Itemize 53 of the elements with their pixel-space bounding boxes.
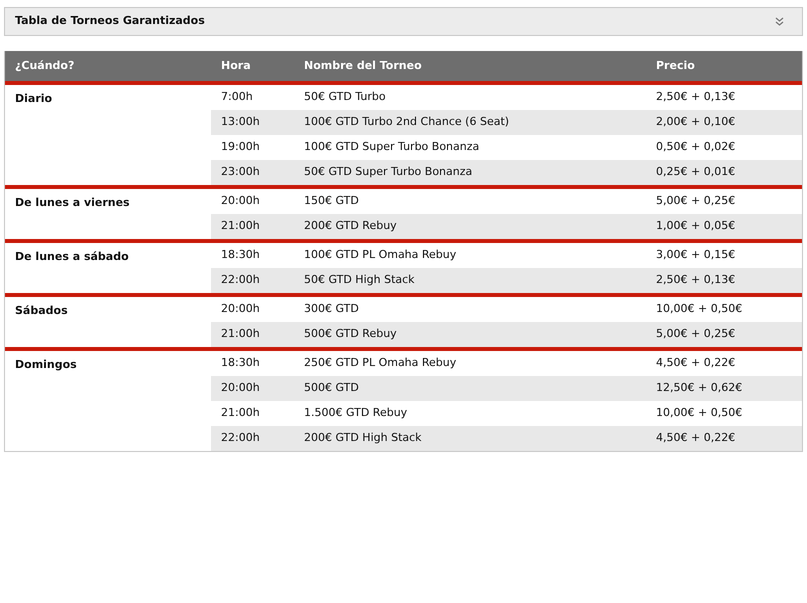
tournament-name-cell-text: 300€ GTD	[303, 301, 360, 318]
tournament-name-cell-text: 500€ GTD	[303, 380, 360, 396]
price-cell-text: 4,50€ + 0,22€	[655, 355, 736, 372]
column-header: Nombre del Torneo	[303, 58, 423, 74]
time-cell-text: 18:30h	[220, 355, 261, 372]
day-cell: Sábados	[15, 304, 68, 317]
price-cell-text: 12,50€ + 0,62€	[655, 380, 744, 396]
time-cell-text: 22:00h	[220, 430, 261, 446]
time-cell-text: 19:00h	[220, 139, 261, 156]
tournament-name-cell-text: 100€ GTD Turbo 2nd Chance (6 Seat)	[303, 114, 510, 130]
tournament-name-cell-text: 1.500€ GTD Rebuy	[303, 405, 408, 422]
tournament-name-cell-text: 200€ GTD High Stack	[303, 430, 423, 446]
column-header: Hora	[220, 58, 252, 74]
tournament-name-cell-text: 150€ GTD	[303, 193, 360, 210]
tournament-name-cell-text: 500€ GTD Rebuy	[303, 326, 398, 342]
time-cell-text: 7:00h	[220, 89, 254, 106]
price-cell-text: 4,50€ + 0,22€	[655, 430, 736, 446]
price-cell-text: 2,00€ + 0,10€	[655, 114, 736, 130]
day-cell: Diario	[15, 92, 52, 105]
tournament-name-cell-text: 50€ GTD High Stack	[303, 272, 416, 288]
column-header: ¿Cuándo?	[14, 58, 76, 74]
tournament-name-cell-text: 100€ GTD PL Omaha Rebuy	[303, 247, 458, 264]
time-cell-text: 20:00h	[220, 193, 261, 210]
price-cell-text: 5,00€ + 0,25€	[655, 193, 736, 210]
price-cell-text: 2,50€ + 0,13€	[655, 272, 736, 288]
price-cell-text: 0,25€ + 0,01€	[655, 164, 736, 180]
column-header: Precio	[655, 58, 696, 74]
day-cell: Domingos	[15, 358, 77, 371]
day-cell: De lunes a sábado	[15, 250, 129, 263]
time-cell-text: 21:00h	[220, 326, 261, 342]
price-cell-text: 3,00€ + 0,15€	[655, 247, 736, 264]
tournament-name-cell-text: 50€ GTD Turbo	[303, 89, 387, 106]
tournament-name-cell-text: 200€ GTD Rebuy	[303, 218, 398, 234]
price-cell-text: 5,00€ + 0,25€	[655, 326, 736, 342]
tournament-name-cell-text: 50€ GTD Super Turbo Bonanza	[303, 164, 474, 180]
time-cell-text: 13:00h	[220, 114, 261, 130]
panel-title: Tabla de Torneos Garantizados	[15, 13, 205, 30]
tournament-name-cell-text: 100€ GTD Super Turbo Bonanza	[303, 139, 480, 156]
time-cell-text: 22:00h	[220, 272, 261, 288]
time-cell-text: 21:00h	[220, 218, 261, 234]
time-cell-text: 23:00h	[220, 164, 261, 180]
price-cell-text: 0,50€ + 0,02€	[655, 139, 736, 156]
time-cell-text: 21:00h	[220, 405, 261, 422]
price-cell-text: 10,00€ + 0,50€	[655, 301, 744, 318]
time-cell-text: 20:00h	[220, 380, 261, 396]
panel-header[interactable]: Tabla de Torneos Garantizados	[4, 7, 803, 36]
time-cell-text: 20:00h	[220, 301, 261, 318]
day-cell: De lunes a viernes	[15, 196, 130, 209]
price-cell-text: 1,00€ + 0,05€	[655, 218, 736, 234]
tournament-name-cell-text: 250€ GTD PL Omaha Rebuy	[303, 355, 458, 372]
time-cell-text: 18:30h	[220, 247, 261, 264]
price-cell-text: 10,00€ + 0,50€	[655, 405, 744, 422]
price-cell-text: 2,50€ + 0,13€	[655, 89, 736, 106]
